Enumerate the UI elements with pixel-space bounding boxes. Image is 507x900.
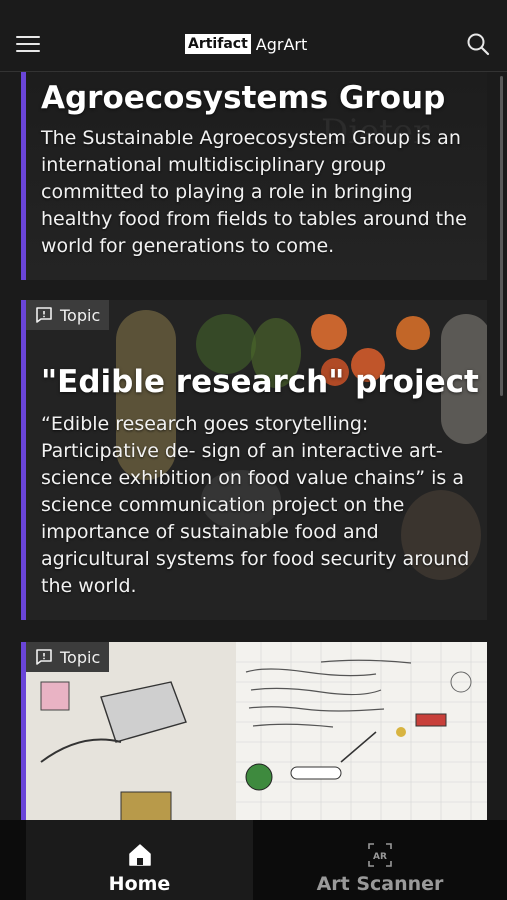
brand-logo-box: Artifact	[185, 34, 251, 54]
card-accent-bar	[21, 72, 26, 280]
comment-icon	[36, 649, 52, 665]
nav-label-art-scanner: Art Scanner	[316, 873, 444, 895]
topic-badge-label: Topic	[60, 305, 101, 325]
topic-badge-label: Topic	[60, 647, 101, 667]
svg-text:AR: AR	[373, 852, 387, 862]
card-accent-bar	[21, 300, 26, 620]
feed-card-topic-sketch[interactable]: Topic	[21, 642, 487, 820]
topic-badge: Topic	[26, 300, 110, 330]
nav-item-home[interactable]: Home	[26, 820, 253, 900]
top-app-bar: Artifact AgrArt	[0, 0, 507, 72]
feed-card-edible-research[interactable]: Topic "Edible research" project “Edible …	[21, 300, 487, 620]
nav-item-art-scanner[interactable]: AR Art Scanner	[253, 820, 507, 900]
ar-scanner-icon: AR	[368, 843, 392, 867]
home-icon	[128, 844, 151, 866]
card-description: “Edible research goes storytelling: Part…	[41, 413, 470, 597]
nav-label-home: Home	[108, 873, 171, 895]
card-title: "Edible research" project	[41, 364, 479, 400]
brand-name: AgrArt	[255, 34, 308, 54]
topic-badge: Topic	[26, 642, 110, 672]
search-icon[interactable]	[466, 32, 490, 56]
card-description: The Sustainable Agroecosystem Group is a…	[41, 127, 467, 257]
hamburger-menu-icon[interactable]	[16, 36, 40, 52]
feed-card-agroecosystems[interactable]: Dieter H Zurich Agroecosystems Group The…	[21, 72, 487, 280]
comment-icon	[36, 307, 52, 323]
content-feed[interactable]: Dieter H Zurich Agroecosystems Group The…	[0, 72, 507, 820]
bottom-navigation: Home AR Art Scanner	[0, 820, 507, 900]
scrollbar[interactable]	[500, 76, 503, 396]
card-title: Agroecosystems Group	[41, 80, 446, 116]
app-logo: Artifact AgrArt	[185, 33, 307, 55]
